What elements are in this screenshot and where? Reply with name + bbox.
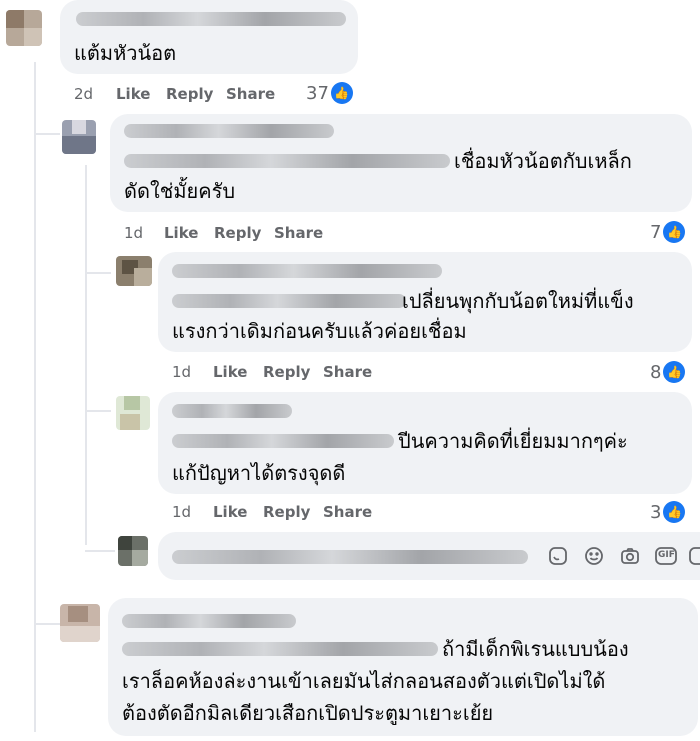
thumbs-up-icon: 👍 [330, 82, 353, 104]
comment-text: แรงกว่าเดิมก่อนครับแล้วค่อยเชื่อม [172, 319, 467, 343]
reaction-count-number: 8 [650, 361, 662, 383]
mention-blurred[interactable] [172, 294, 406, 308]
avatar[interactable] [62, 120, 96, 154]
thread-line [85, 550, 115, 552]
comment-bubble: ปีนความคิดที่เยี่ยมมากๆค่ะ แก้ปัญหาได้ตร… [158, 392, 692, 494]
share-button[interactable]: Share [323, 363, 372, 381]
comment-text: เชื่อมหัวน้อตกับเหล็ก [454, 149, 632, 173]
comment-text: ปีนความคิดที่เยี่ยมมากๆค่ะ [398, 429, 628, 453]
commenter-name-blurred[interactable] [124, 124, 334, 138]
reaction-count-number: 37 [306, 82, 329, 104]
share-button[interactable]: Share [226, 85, 275, 103]
comment-text: ต้องตัดอีกมิลเดียวเสือกเปิดประตูมาเยาะเย… [122, 701, 494, 725]
comment-text: เปลี่ยนพุกกับน้อตใหม่ที่แข็ง [402, 289, 634, 313]
emoji-icon[interactable] [584, 546, 604, 566]
thumbs-up-icon: 👍 [663, 501, 686, 523]
avatar[interactable] [116, 396, 150, 430]
reply-button[interactable]: Reply [263, 503, 310, 521]
comment-bubble: เชื่อมหัวน้อตกับเหล็ก ดัดใช่มั้ยครับ [110, 114, 692, 212]
mention-blurred[interactable] [122, 642, 438, 656]
sticker-icon[interactable] [548, 546, 568, 566]
like-button[interactable]: Like [164, 224, 198, 242]
reply-input[interactable] [158, 532, 700, 580]
comment-bubble: แต้มหัวน้อต [60, 0, 358, 74]
reaction-count[interactable]: 8 👍 [650, 361, 686, 383]
reply-button[interactable]: Reply [214, 224, 261, 242]
comment-time[interactable]: 2d [74, 85, 93, 103]
like-button[interactable]: Like [213, 503, 247, 521]
comment-time[interactable]: 1d [124, 224, 143, 242]
reply-button[interactable]: Reply [166, 85, 213, 103]
comment-text: ถ้ามีเด็กพิเรนแบบน้อง [442, 637, 629, 661]
like-button[interactable]: Like [116, 85, 150, 103]
thread-line [85, 272, 111, 274]
thread-line [85, 165, 87, 545]
thumbs-up-icon: 👍 [663, 221, 686, 243]
thread-line [34, 623, 60, 625]
comment-time[interactable]: 1d [172, 503, 191, 521]
comment-text: เราล็อคห้องล่ะงานเข้าเลยมันไส่กลอนสองตัว… [122, 669, 606, 693]
reaction-count[interactable]: 3 👍 [650, 501, 686, 523]
like-button[interactable]: Like [213, 363, 247, 381]
camera-icon[interactable] [620, 546, 640, 566]
share-button[interactable]: Share [323, 503, 372, 521]
avatar[interactable] [6, 10, 42, 46]
reaction-count[interactable]: 7 👍 [650, 221, 686, 243]
comment-text: แต้มหัวน้อต [74, 41, 177, 65]
current-user-avatar[interactable] [118, 536, 148, 566]
gif-label: GIF [658, 550, 675, 560]
avatar[interactable] [116, 256, 152, 286]
commenter-name-blurred[interactable] [122, 614, 296, 628]
comment-text: แก้ปัญหาได้ตรงจุดดี [172, 461, 346, 485]
reaction-count-number: 7 [650, 221, 662, 243]
mention-blurred[interactable] [124, 154, 450, 168]
thread-line [34, 133, 60, 135]
reaction-count[interactable]: 37 👍 [306, 82, 353, 104]
comment-text: ดัดใช่มั้ยครับ [124, 179, 236, 203]
commenter-name-blurred[interactable] [172, 264, 442, 278]
thread-line [85, 410, 111, 412]
avatar[interactable] [60, 604, 100, 642]
more-sticker-icon[interactable] [688, 546, 700, 566]
comment-time[interactable]: 1d [172, 363, 191, 381]
reply-placeholder-blurred [172, 550, 528, 564]
comment-bubble: เปลี่ยนพุกกับน้อตใหม่ที่แข็ง แรงกว่าเดิม… [158, 252, 692, 352]
commenter-name-blurred[interactable] [76, 12, 346, 26]
reaction-count-number: 3 [650, 501, 662, 523]
commenter-name-blurred[interactable] [172, 404, 292, 418]
comment-bubble: ถ้ามีเด็กพิเรนแบบน้อง เราล็อคห้องล่ะงานเ… [108, 598, 698, 736]
thread-line [34, 62, 36, 732]
thumbs-up-icon: 👍 [663, 361, 686, 383]
gif-icon[interactable]: GIF [654, 546, 678, 566]
reply-button[interactable]: Reply [263, 363, 310, 381]
mention-blurred[interactable] [172, 434, 394, 448]
share-button[interactable]: Share [274, 224, 323, 242]
